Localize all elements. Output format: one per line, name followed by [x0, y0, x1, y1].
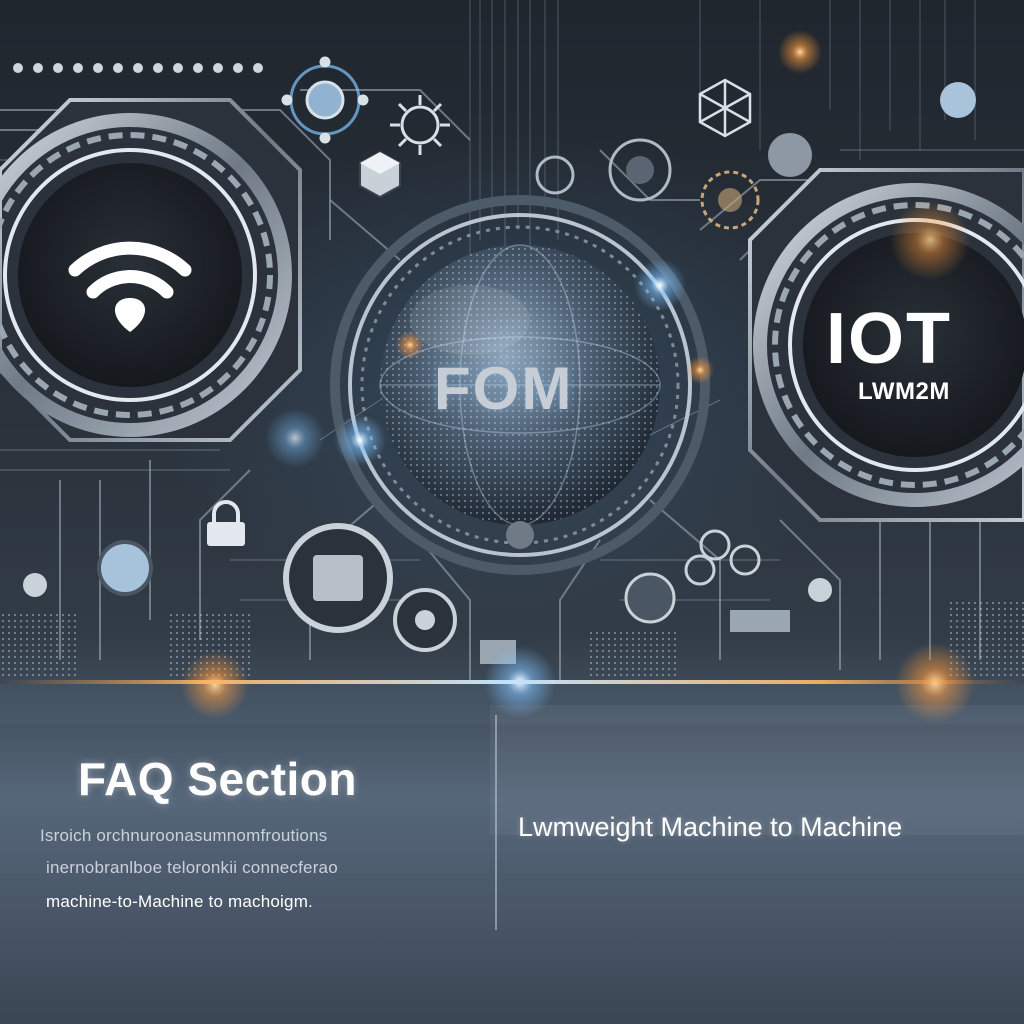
network-icon	[281, 56, 369, 144]
reflection-panel	[490, 705, 1024, 835]
cube-icon	[359, 150, 401, 199]
illustration-scene: FOM IOT LWM2M FAQ Section Isroich orchnu…	[0, 0, 1024, 1024]
top-dot-row	[13, 63, 263, 73]
circuit-artwork	[0, 0, 1024, 930]
globe-icon	[330, 195, 710, 575]
hexagon-network-icon	[698, 78, 752, 138]
gear-icon	[390, 95, 450, 155]
wifi-dial	[0, 98, 302, 442]
horizon-glow	[0, 680, 1024, 684]
iot-badge-icon	[748, 168, 1024, 522]
